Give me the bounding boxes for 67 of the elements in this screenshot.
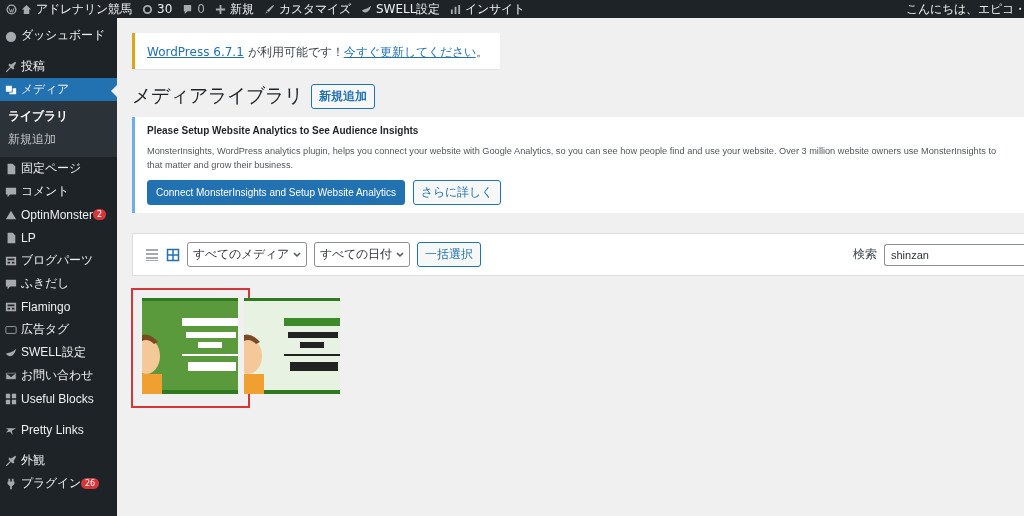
menu-item[interactable]: 外観 — [0, 449, 117, 472]
add-new-button[interactable]: 新規追加 — [311, 83, 375, 109]
new-link[interactable]: 新規 — [229, 0, 254, 18]
layout-icon — [5, 254, 17, 267]
brush-icon — [5, 454, 17, 467]
filter-dropdown[interactable]: すべての日付 — [314, 242, 410, 267]
bird-icon — [5, 346, 17, 359]
page-title: メディアライブラリ — [132, 83, 303, 108]
menu-item[interactable]: ダッシュボード — [0, 24, 117, 47]
menu-item[interactable]: Pretty Links — [0, 418, 117, 441]
brush-icon — [263, 3, 275, 15]
pin-icon — [5, 60, 17, 73]
pages-icon — [5, 162, 17, 175]
bar-chart-icon — [450, 3, 462, 15]
menu-item[interactable]: コメント — [0, 180, 117, 203]
caret-icon — [293, 251, 301, 258]
updates-count[interactable]: 30 — [157, 2, 173, 16]
notice-text: MonsterInsights, WordPress analytics plugin, helps you connect your website with Google Analytics, so you can see how people find and use your website. Over 3 million website owners use MonsterInsights to — [147, 145, 998, 158]
search-label: 検索 — [853, 246, 877, 263]
menu-item[interactable]: 広告タグ — [0, 318, 117, 341]
speech-bubble-icon — [5, 277, 17, 290]
plus-icon — [214, 3, 226, 15]
page-icon — [5, 231, 17, 244]
count-badge: 2 — [93, 209, 107, 220]
connect-button[interactable]: Connect MonsterInsights and Setup Website Analytics — [147, 180, 405, 205]
comments-count[interactable]: 0 — [197, 2, 205, 16]
filter-dropdown[interactable]: すべてのメディア — [187, 242, 307, 267]
customize-link[interactable]: カスタマイズ — [278, 0, 351, 18]
envelope-icon — [5, 369, 17, 382]
notice-text: that matter and grow their business. — [147, 159, 295, 172]
grid-view-icon[interactable] — [166, 247, 180, 262]
insights-link[interactable]: インサイト — [465, 0, 526, 18]
form-icon — [5, 300, 17, 313]
media-icon — [5, 83, 17, 96]
submenu-item[interactable]: ライブラリ — [0, 105, 117, 128]
wordpress-logo-icon[interactable] — [6, 3, 17, 15]
menu-item[interactable]: Flamingo — [0, 295, 117, 318]
comment-icon — [182, 3, 194, 15]
menu-item[interactable]: ブログパーツ — [0, 249, 117, 272]
submenu-item[interactable]: 新規追加 — [0, 128, 117, 151]
site-name-link[interactable]: アドレナリン競馬 — [36, 0, 132, 18]
menu-item[interactable]: 投稿 — [0, 55, 117, 78]
menu-item[interactable]: お問い合わせ — [0, 364, 117, 387]
menu-item[interactable]: SWELL設定 — [0, 341, 117, 364]
swell-settings-link[interactable]: SWELL設定 — [375, 0, 441, 18]
grid-icon — [5, 392, 17, 405]
menu-item[interactable]: プラグイン 26 — [0, 472, 117, 495]
notice-title: Please Setup Website Analytics to See Audience Insights — [147, 125, 420, 136]
greeting-link[interactable]: こんにちは、エピコ・ — [906, 0, 1024, 18]
bird-icon — [360, 3, 372, 15]
search-field[interactable]: shinzan — [884, 243, 1024, 266]
menu-item[interactable]: LP — [0, 226, 117, 249]
menu-item[interactable]: OptinMonster 2 — [0, 203, 117, 226]
version-link[interactable]: WordPress 6.7.1 — [147, 45, 244, 59]
learn-more-button[interactable]: さらに詳しく — [412, 180, 501, 205]
caret-icon — [396, 251, 404, 258]
bulk-select-button[interactable]: 一括選択 — [417, 242, 481, 267]
menu-item[interactable]: メディア — [0, 78, 117, 101]
plug-icon — [5, 477, 17, 490]
comment-icon — [5, 185, 17, 198]
menu-item[interactable]: 固定ページ — [0, 157, 117, 180]
update-message: WordPress 6.7.1 が利用可能です！今すぐ更新してください。 — [147, 44, 488, 61]
count-badge: 26 — [81, 478, 100, 489]
update-now-link[interactable]: 今すぐ更新してください — [343, 45, 476, 59]
menu-item[interactable]: ふきだし — [0, 272, 117, 295]
menu-item[interactable]: Useful Blocks — [0, 387, 117, 410]
home-icon — [21, 3, 32, 15]
